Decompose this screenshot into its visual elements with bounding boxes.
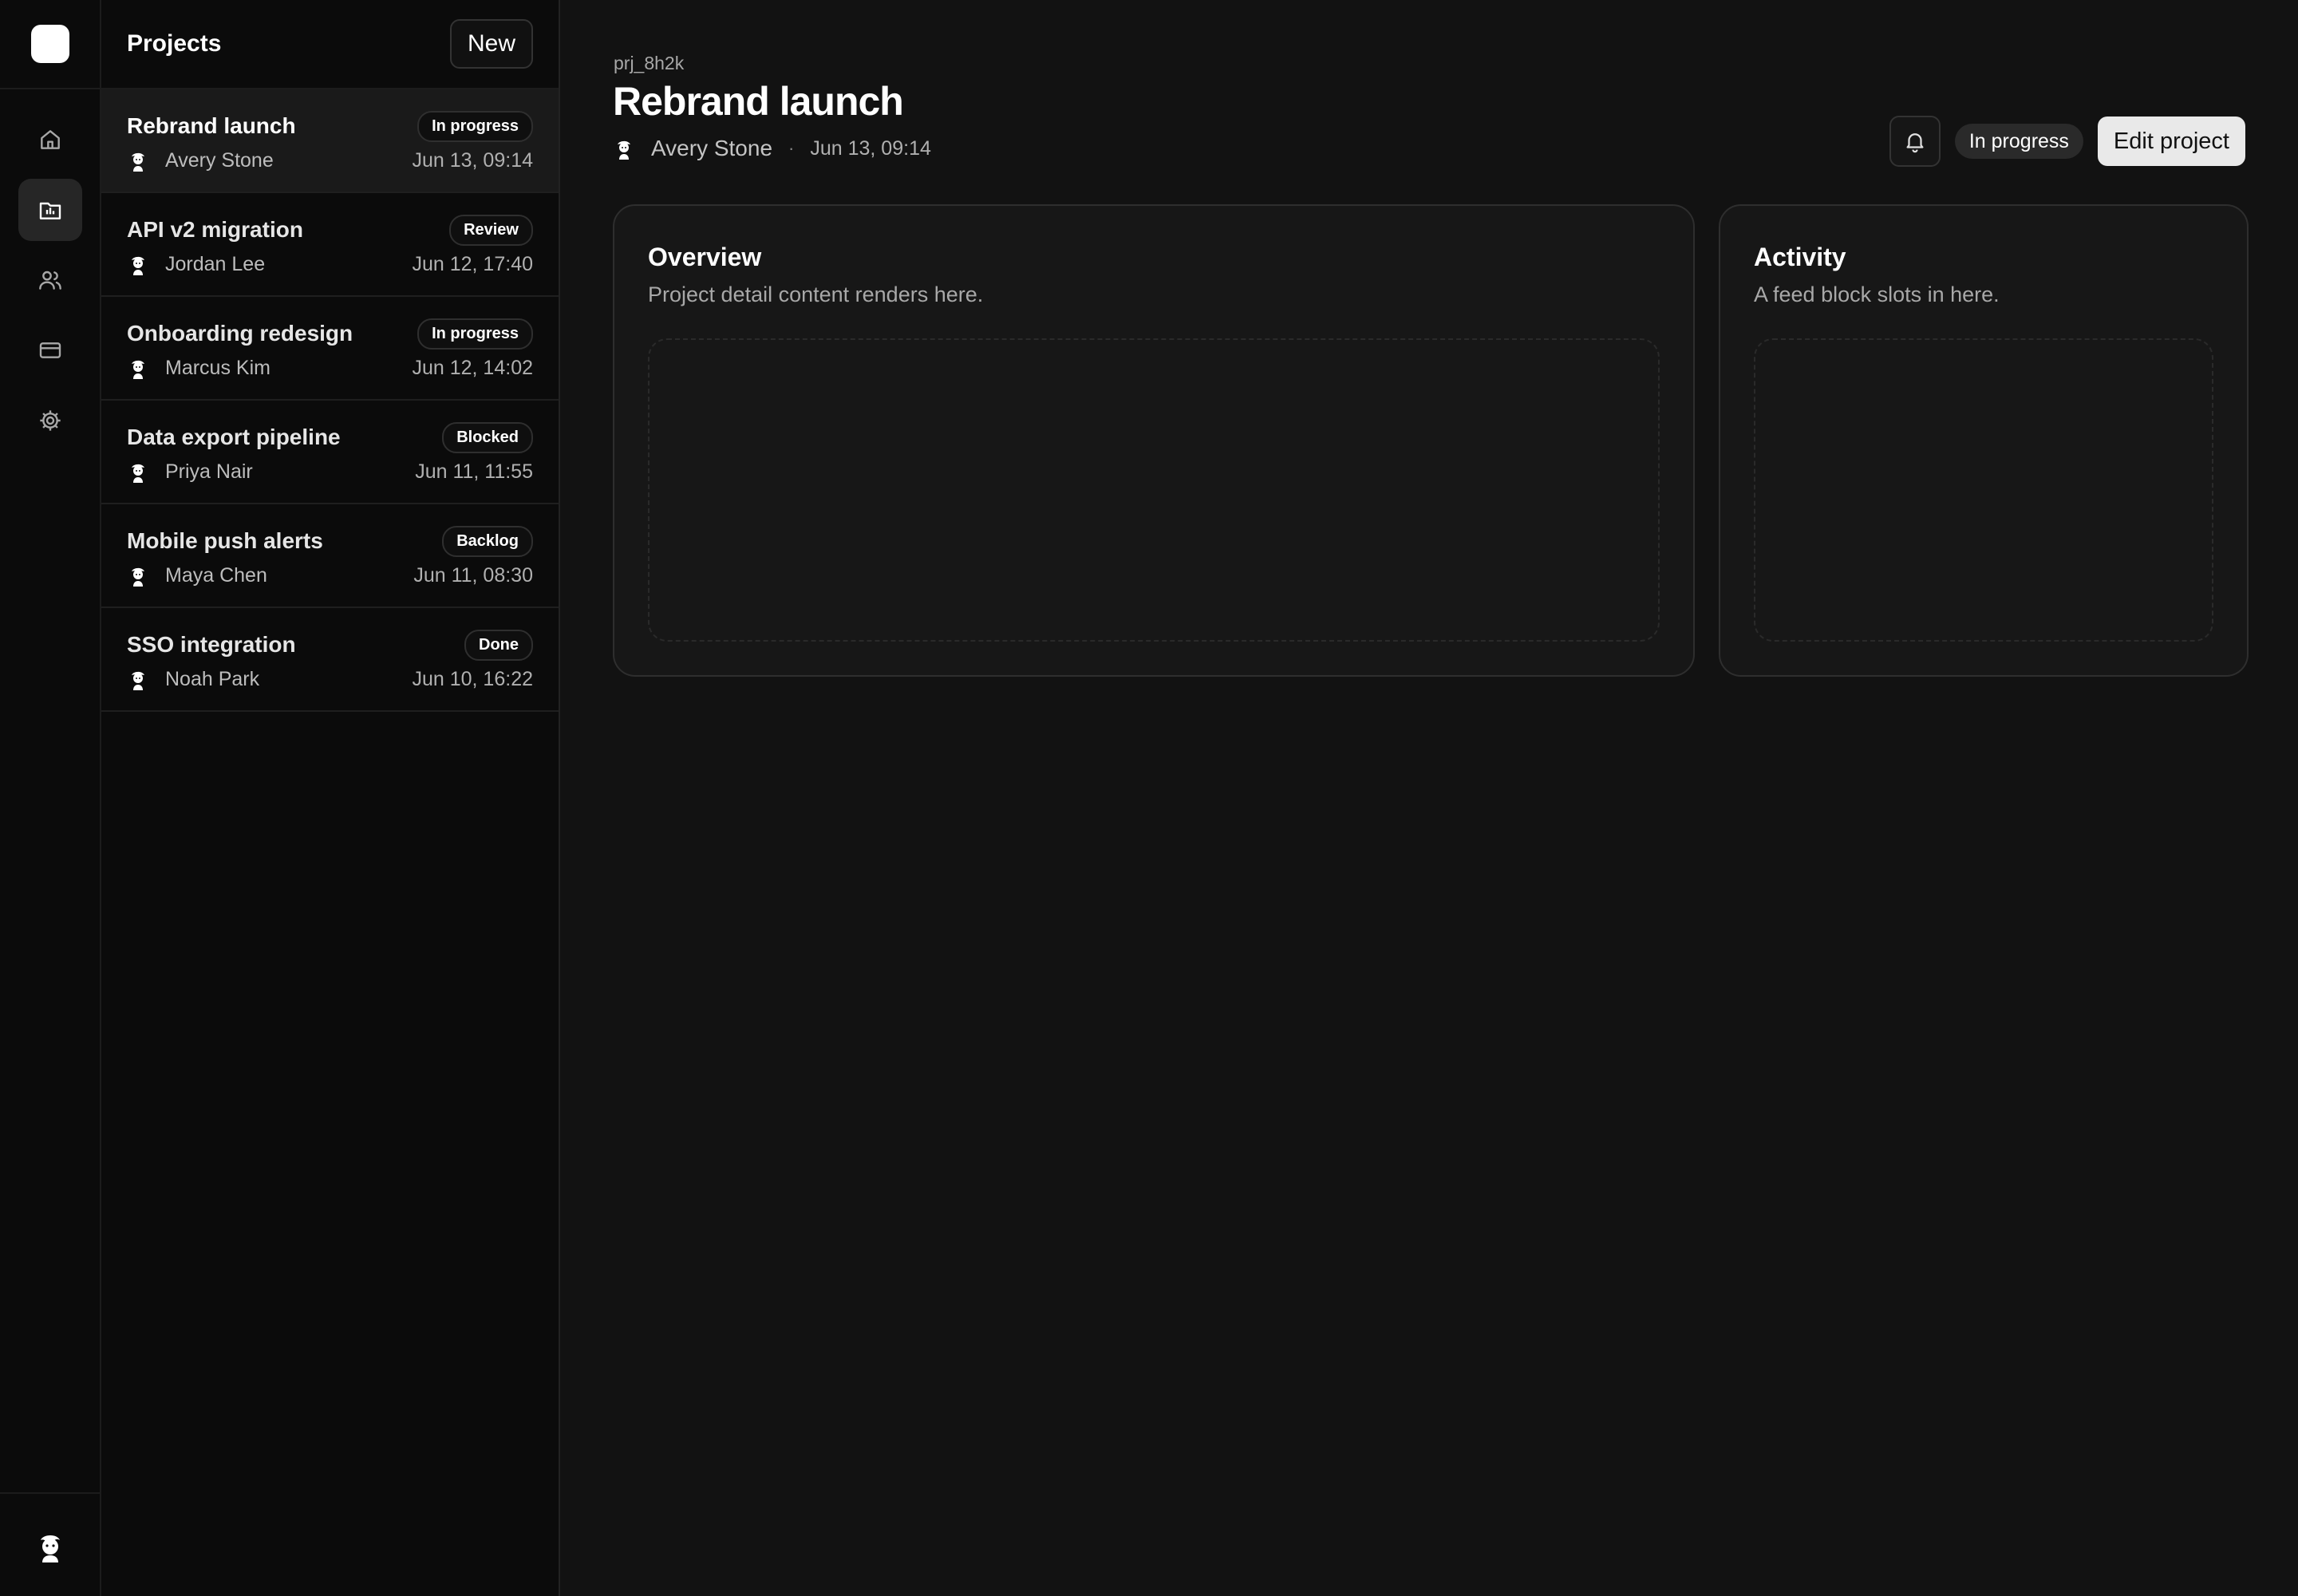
project-item-meta: Noah Park Jun 10, 16:22 [127,666,533,693]
overview-content-slot [648,338,1660,642]
project-list-header: Projects New [101,0,559,89]
owner-name: Maya Chen [165,563,267,587]
owner-name: Noah Park [165,667,260,690]
activity-subtitle: A feed block slots in here. [1754,282,2000,306]
project-item-meta: Maya Chen Jun 11, 08:30 [127,562,533,589]
owner-avatar-icon [132,360,144,379]
project-item-header: API v2 migration Review [127,214,533,246]
owner-avatar-icon [132,464,144,483]
project-list-item[interactable]: Rebrand launch In progress Avery Stone Jun … [101,89,559,193]
page-title: Rebrand launch [613,79,904,124]
overview-card: Overview Project detail content renders … [613,204,1695,677]
status-badge: In progress [1954,124,2083,159]
owner-name: Priya Nair [165,460,253,483]
project-item-header: Mobile push alerts Backlog [127,525,533,557]
activity-card: Activity A feed block slots in here. [1719,204,2249,677]
project-list: Projects New Rebrand launch In progress Av… [101,0,560,1596]
owner-name: Avery Stone [165,148,274,172]
project-list-title: Projects [127,30,222,57]
home-icon[interactable] [18,109,82,171]
overview-subtitle: Project detail content renders here. [648,282,984,306]
project-item-meta: Jordan Lee Jun 12, 17:40 [127,251,533,278]
project-name: Rebrand launch [127,113,296,138]
owner-name: Avery Stone [651,136,773,160]
owner-avatar-icon [132,152,144,172]
project-name: API v2 migration [127,217,303,242]
projects-icon[interactable] [18,179,82,241]
project-list-item[interactable]: API v2 migration Review Jordan Lee Jun 12, … [101,193,559,297]
activity-title: Activity [1754,243,1846,271]
user-avatar[interactable] [33,1527,68,1562]
status-badge: In progress [417,110,533,142]
project-owner: Noah Park [127,668,259,691]
project-date: Jun 13, 09:14 [412,148,533,172]
app-shell: Projects New Rebrand launch In progress Av… [0,0,2298,1596]
project-item-header: Onboarding redesign In progress [127,318,533,350]
project-date: Jun 10, 16:22 [412,667,533,690]
project-list-item[interactable]: Mobile push alerts Backlog Maya Chen Jun 11… [101,504,559,608]
project-item-header: Data export pipeline Blocked [127,421,533,453]
new-project-button[interactable]: New [449,19,533,69]
project-item-meta: Marcus Kim Jun 12, 14:02 [127,354,533,381]
project-item-meta: Priya Nair Jun 11, 11:55 [127,458,533,485]
project-date: Jun 11, 11:55 [415,460,533,483]
project-list-item[interactable]: SSO integration Done Noah Park Jun 10, 16:2… [101,608,559,712]
owner-avatar-icon [132,256,144,275]
project-meta: Avery Stone · Jun 13, 09:14 [613,136,931,161]
project-name: Mobile push alerts [127,528,323,553]
project-detail: prj_8h2k Rebrand launch Avery Stone · Ju… [560,0,2298,1596]
bell-icon [1906,133,1924,153]
project-date: Jun 12, 14:02 [412,356,533,379]
status-badge: Blocked [442,421,533,453]
project-id: prj_8h2k [614,53,685,73]
users-icon[interactable] [18,249,82,311]
rail-footer [0,1492,100,1596]
owner-avatar-icon [618,140,630,160]
project-item-header: SSO integration Done [127,629,533,661]
project-owner: Priya Nair [127,460,253,484]
billing-icon[interactable] [18,319,82,381]
project-date: Jun 11, 08:30 [413,563,533,587]
app-logo[interactable] [30,25,69,63]
updated-date: Jun 13, 09:14 [810,136,931,160]
owner-name: Marcus Kim [165,356,270,379]
owner-name: Jordan Lee [165,252,266,275]
rail-nav [0,89,100,452]
nav-rail [0,0,101,1596]
settings-icon[interactable] [18,389,82,452]
project-item-header: Rebrand launch In progress [127,110,533,142]
status-badge: Backlog [442,525,533,557]
activity-content-slot [1754,338,2213,642]
project-owner: Maya Chen [127,564,267,587]
owner-avatar-icon [132,671,144,690]
status-badge: Review [449,214,533,246]
notifications-button[interactable] [1889,116,1941,167]
status-badge: Done [464,629,533,661]
project-owner: Marcus Kim [127,357,270,380]
project-date: Jun 12, 17:40 [412,252,533,275]
project-owner: Avery Stone [127,149,274,172]
status-badge: In progress [417,318,533,350]
rail-header [0,0,100,89]
overview-title: Overview [648,243,762,271]
meta-separator: · [788,138,795,158]
project-items: Rebrand launch In progress Avery Stone Jun … [101,89,559,712]
project-name: Onboarding redesign [127,321,353,346]
header-actions: In progress Edit project [1889,116,2245,167]
edit-project-button[interactable]: Edit project [2097,117,2245,166]
owner-avatar-icon [132,567,144,587]
project-owner: Jordan Lee [127,253,265,276]
project-list-item[interactable]: Onboarding redesign In progress Marcus Kim… [101,297,559,401]
project-name: SSO integration [127,632,296,657]
project-list-item[interactable]: Data export pipeline Blocked Priya Nair Jun… [101,401,559,504]
project-name: Data export pipeline [127,425,341,449]
project-item-meta: Avery Stone Jun 13, 09:14 [127,147,533,174]
